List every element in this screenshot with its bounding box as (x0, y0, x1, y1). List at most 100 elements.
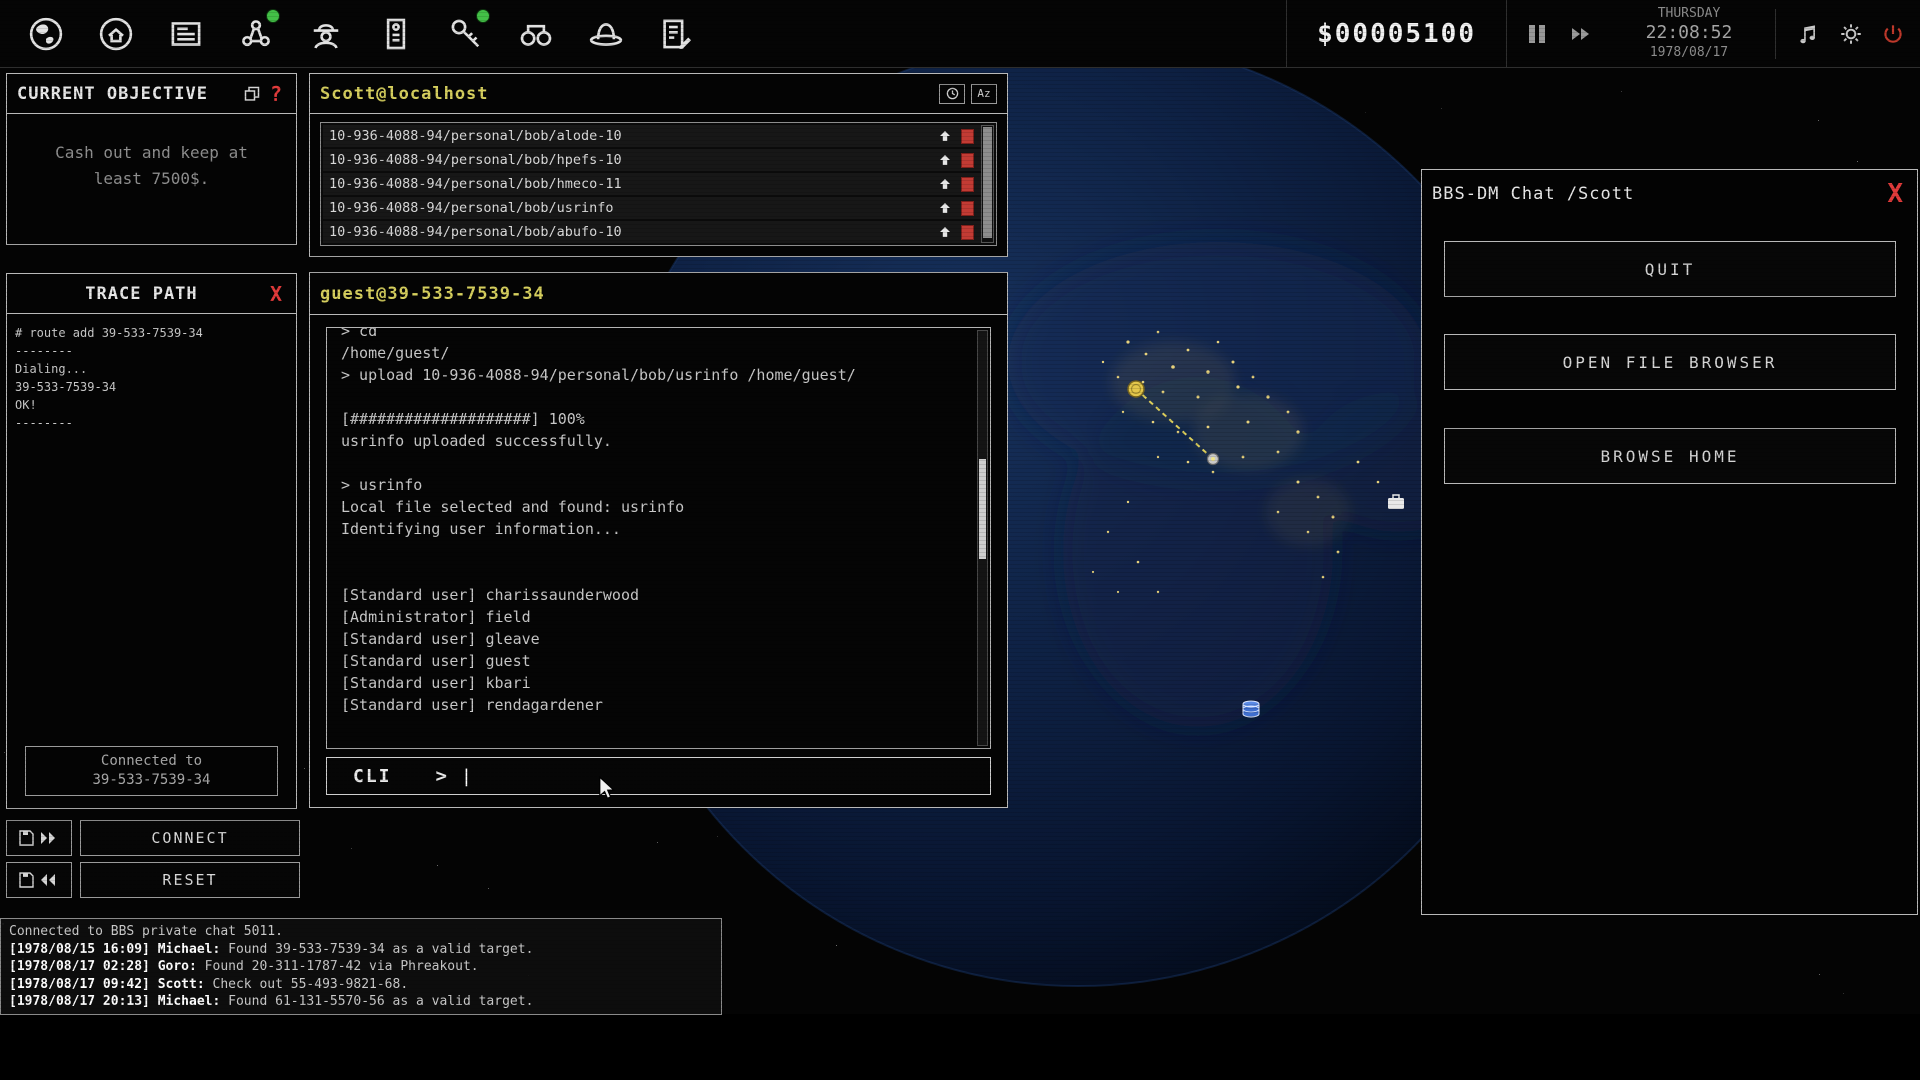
money-display: $00005100 (1286, 0, 1507, 67)
browse-home-button[interactable]: BROWSE HOME (1444, 428, 1896, 484)
close-button[interactable]: X (266, 282, 286, 306)
home-network-icon (95, 13, 137, 55)
history-button[interactable] (939, 84, 965, 104)
terminal-line: [Standard user] gleave (341, 630, 976, 652)
pause-button[interactable] (1529, 25, 1545, 43)
delete-button[interactable] (961, 201, 974, 216)
pause-icon (1529, 25, 1535, 43)
help-button[interactable]: ? (266, 82, 286, 106)
network-button[interactable] (228, 6, 284, 62)
coin-marker[interactable] (1128, 381, 1144, 397)
hacker-button[interactable] (298, 6, 354, 62)
fast-forward-button[interactable] (1567, 24, 1595, 44)
save-play-button[interactable] (6, 820, 72, 856)
delete-button[interactable] (961, 225, 974, 240)
hat-button[interactable] (578, 6, 634, 62)
music-button[interactable] (1796, 21, 1822, 47)
files-titlebar: Scott@localhost Az (310, 74, 1007, 114)
prompt-icon: > (436, 765, 447, 787)
delete-button[interactable] (961, 153, 974, 168)
text-cursor: | (461, 766, 472, 787)
file-list: 10-936-4088-94/personal/bob/alode-10 10-… (320, 122, 997, 246)
clock-icon (946, 87, 959, 100)
trace-line: Dialing... (15, 360, 288, 378)
home-network-button[interactable] (88, 6, 144, 62)
terminal-line (341, 542, 976, 564)
close-button[interactable]: X (1883, 179, 1907, 209)
files-header-buttons: Az (939, 84, 997, 104)
open-file-browser-button[interactable]: OPEN FILE BROWSER (1444, 334, 1896, 390)
trace-line: # route add 39-533-7539-34 (15, 324, 288, 342)
scrollbar-handle[interactable] (979, 459, 986, 558)
file-scrollbar[interactable] (981, 125, 994, 243)
disk-forward-icon (17, 828, 61, 848)
delete-button[interactable] (961, 177, 974, 192)
file-row[interactable]: 10-936-4088-94/personal/bob/alode-10 (323, 125, 994, 147)
chat-line: [1978/08/17 20:13] Michael: Found 61-131… (9, 993, 713, 1011)
chat-line: [1978/08/15 16:09] Michael: Found 39-533… (9, 941, 713, 959)
upload-button[interactable] (933, 202, 957, 214)
terminal-line (341, 564, 976, 586)
connection-status: Connected to 39-533-7539-34 (25, 746, 278, 796)
quit-button[interactable]: QUIT (1444, 241, 1896, 297)
file-row[interactable]: 10-936-4088-94/personal/bob/abufo-10 (323, 221, 994, 243)
save-rewind-button[interactable] (6, 862, 72, 898)
terminal-line: > upload 10-936-4088-94/personal/bob/usr… (341, 366, 976, 388)
terminal-line: [Standard user] guest (341, 652, 976, 674)
upload-icon (939, 226, 951, 238)
power-button[interactable] (1880, 21, 1906, 47)
reset-button[interactable]: RESET (80, 862, 300, 898)
terminal-line: [Standard user] rendagardener (341, 696, 976, 718)
terminal-line: [Standard user] kbari (341, 674, 976, 696)
terminal-scrollbar[interactable] (977, 330, 988, 746)
terminal-line: Local file selected and found: usrinfo (341, 498, 976, 520)
toolbar-icon-group (0, 6, 704, 62)
database-marker[interactable] (1243, 701, 1259, 717)
popout-icon (244, 86, 260, 102)
key-button[interactable] (438, 6, 494, 62)
upload-icon (939, 178, 951, 190)
upload-icon (939, 130, 951, 142)
terminal-line: > cd (341, 327, 976, 344)
local-files-panel: Scott@localhost Az 10-936-4088-94/person… (309, 73, 1008, 257)
popout-button[interactable] (238, 86, 266, 102)
file-row[interactable]: 10-936-4088-94/personal/bob/usrinfo (323, 197, 994, 219)
settings-button[interactable] (1838, 21, 1864, 47)
delete-button[interactable] (961, 129, 974, 144)
hat-icon (585, 13, 627, 55)
mouse-pointer (596, 776, 618, 800)
world-map-button[interactable] (18, 6, 74, 62)
upload-button[interactable] (933, 130, 957, 142)
chat-line: [1978/08/17 02:28] Goro: Found 20-311-17… (9, 958, 713, 976)
handcuffs-button[interactable] (508, 6, 564, 62)
trace-line: -------- (15, 342, 288, 360)
upload-button[interactable] (933, 178, 957, 190)
scrollbar-handle[interactable] (983, 127, 992, 238)
missions-button[interactable] (648, 6, 704, 62)
file-row[interactable]: 10-936-4088-94/personal/bob/hpefs-10 (323, 149, 994, 171)
terminal-title: guest@39-533-7539-34 (320, 284, 545, 304)
cli-input[interactable]: CLI > | (326, 757, 991, 795)
trace-path-panel: TRACE PATH X # route add 39-533-7539-34 … (6, 273, 297, 809)
sort-button[interactable]: Az (971, 84, 997, 104)
file-row[interactable]: 10-936-4088-94/personal/bob/hmeco-11 (323, 173, 994, 195)
upload-button[interactable] (933, 226, 957, 238)
dm-chat-panel: BBS-DM Chat /Scott X QUIT OPEN FILE BROW… (1421, 169, 1918, 915)
upload-icon (939, 202, 951, 214)
fast-forward-icon (1567, 24, 1595, 44)
terminal-line: [Standard user] charissaunderwood (341, 586, 976, 608)
objective-titlebar: CURRENT OBJECTIVE ? (7, 74, 296, 114)
reset-row: RESET (6, 862, 300, 898)
upload-button[interactable] (933, 154, 957, 166)
connect-button[interactable]: CONNECT (80, 820, 300, 856)
terminal-line: usrinfo uploaded successfully. (341, 432, 976, 454)
cassette-button[interactable] (368, 6, 424, 62)
node-marker[interactable] (1208, 454, 1219, 465)
system-icon-group (1775, 9, 1920, 59)
newspaper-button[interactable] (158, 6, 214, 62)
time-label: 22:08:52 (1629, 22, 1749, 45)
game-screen: $00005100 THURSDAY 22:08:52 1978/08/17 (0, 0, 1920, 1080)
trace-line: OK! (15, 396, 288, 414)
terminal-output[interactable]: > cd /home/guest/ > upload 10-936-4088-9… (326, 327, 991, 749)
top-toolbar: $00005100 THURSDAY 22:08:52 1978/08/17 (0, 0, 1920, 68)
